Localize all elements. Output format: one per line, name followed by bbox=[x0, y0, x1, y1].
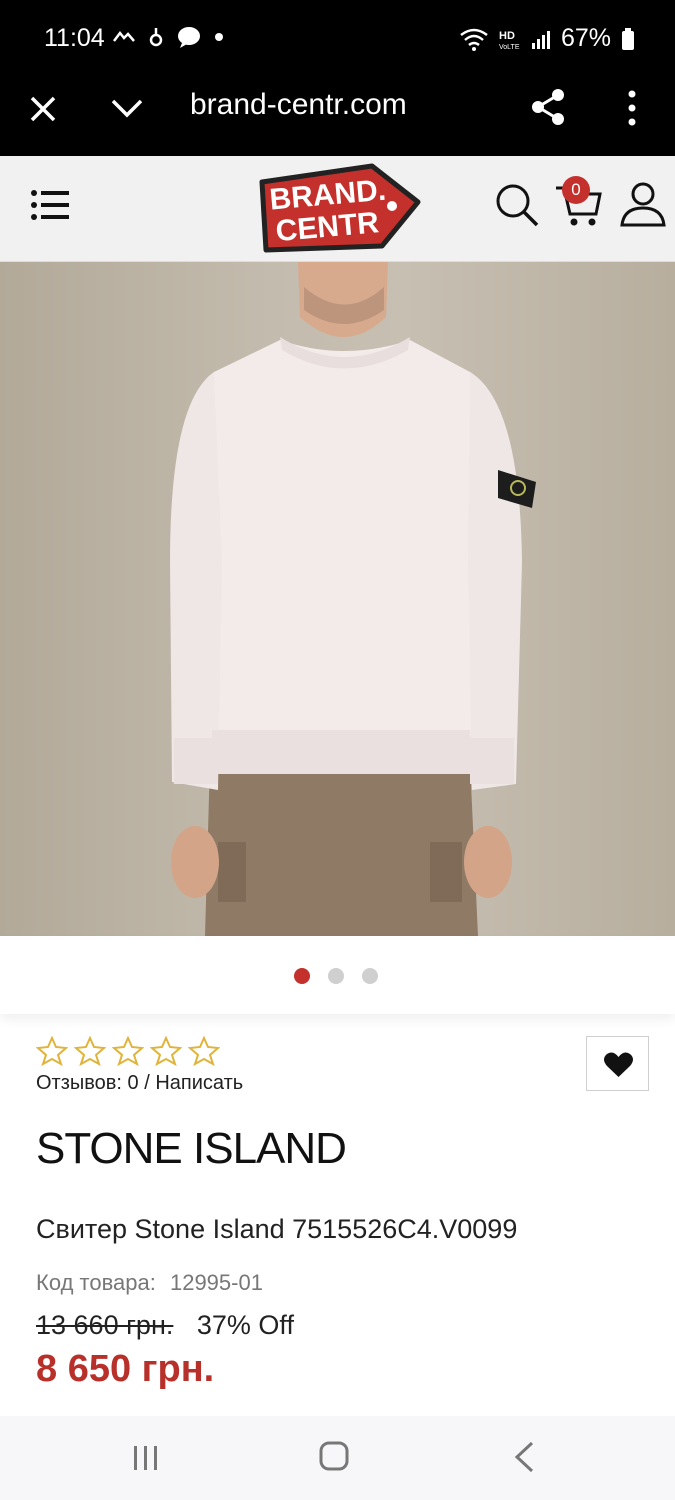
status-bar: 11:04 HD VoLTE 67% bbox=[0, 0, 675, 78]
system-nav-bar bbox=[0, 1416, 675, 1500]
product-name: Свитер Stone Island 7515526C4.V0099 bbox=[36, 1214, 518, 1244]
product-photo bbox=[170, 262, 536, 936]
heart-icon bbox=[604, 1052, 633, 1077]
status-right: HD VoLTE 67% bbox=[459, 24, 635, 53]
star-icon bbox=[188, 1036, 220, 1066]
notification-icon bbox=[113, 30, 135, 42]
star-icon bbox=[150, 1036, 182, 1066]
sku-value: 12995-01 bbox=[169, 1270, 263, 1295]
user-icon[interactable] bbox=[618, 178, 668, 228]
brand-name[interactable]: STONE ISLAND bbox=[36, 1124, 347, 1174]
rating-stars[interactable] bbox=[36, 1036, 220, 1066]
dot-icon bbox=[215, 33, 223, 41]
svg-text:VoLTE: VoLTE bbox=[499, 44, 520, 51]
status-time: 11:04 bbox=[44, 24, 105, 52]
hd-voice-icon: HD VoLTE bbox=[499, 30, 520, 51]
wifi-icon bbox=[460, 28, 488, 51]
pager-dot-3[interactable] bbox=[362, 968, 378, 984]
signal-icon bbox=[531, 30, 550, 49]
back-icon[interactable] bbox=[512, 1440, 536, 1474]
url-text[interactable]: brand-centr.com bbox=[190, 88, 407, 122]
cart-count-badge: 0 bbox=[562, 176, 590, 204]
site-header: BRAND. CENTR bbox=[0, 156, 675, 262]
close-icon[interactable] bbox=[28, 94, 58, 124]
wishlist-button[interactable] bbox=[586, 1036, 649, 1091]
notification-app-icon bbox=[149, 28, 163, 47]
battery-percent: 67% bbox=[560, 24, 611, 52]
share-icon[interactable] bbox=[530, 88, 566, 126]
search-icon[interactable] bbox=[494, 182, 540, 228]
discount-label: 37% Off bbox=[196, 1310, 294, 1340]
battery-icon bbox=[622, 27, 634, 50]
image-pager bbox=[0, 936, 675, 1014]
chevron-down-icon[interactable] bbox=[110, 96, 144, 120]
star-icon bbox=[36, 1036, 68, 1066]
sku-label: Код товара: bbox=[36, 1270, 156, 1295]
browser-toolbar: brand-centr.com bbox=[0, 78, 675, 156]
messenger-icon bbox=[178, 27, 200, 48]
sku-row: Код товара: 12995-01 bbox=[36, 1270, 263, 1296]
star-icon bbox=[74, 1036, 106, 1066]
home-icon[interactable] bbox=[318, 1440, 350, 1472]
current-price: 8 650 грн. bbox=[36, 1348, 215, 1390]
product-image[interactable] bbox=[0, 262, 675, 936]
status-notification-icons bbox=[112, 26, 224, 48]
brand-centr-logo[interactable]: BRAND. CENTR bbox=[252, 162, 422, 256]
more-options-icon[interactable] bbox=[622, 88, 642, 128]
reviews-link[interactable]: Отзывов: 0 / Написать bbox=[36, 1072, 243, 1095]
pager-dot-1[interactable] bbox=[294, 968, 310, 984]
recent-apps-icon[interactable] bbox=[132, 1444, 160, 1472]
pager-dot-2[interactable] bbox=[328, 968, 344, 984]
menu-icon[interactable] bbox=[30, 188, 70, 222]
svg-text:HD: HD bbox=[499, 30, 515, 42]
star-icon bbox=[112, 1036, 144, 1066]
pager-dots bbox=[294, 968, 378, 984]
old-price-row: 13 660 грн. 37% Off bbox=[36, 1310, 294, 1341]
old-price: 13 660 грн. bbox=[36, 1310, 174, 1340]
